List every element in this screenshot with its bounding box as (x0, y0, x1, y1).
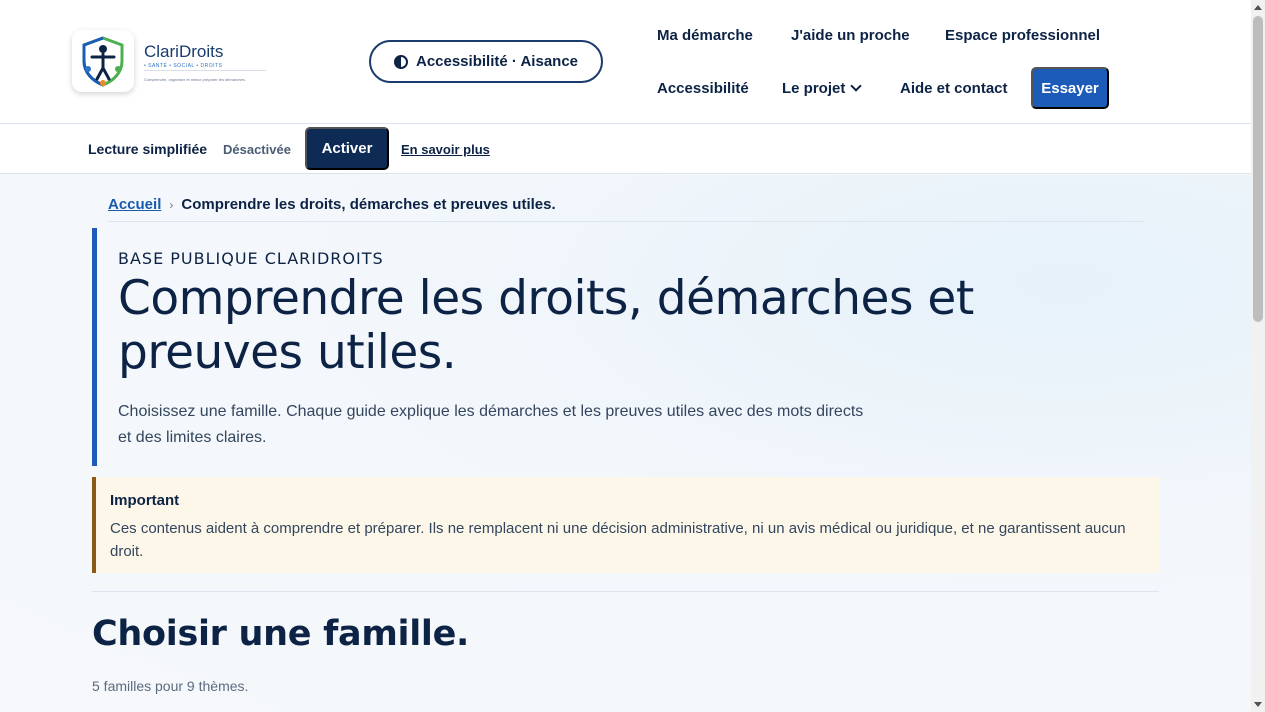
nav-aide-et-contact[interactable]: Aide et contact (900, 80, 1008, 97)
breadcrumb-home-link[interactable]: Accueil (108, 196, 161, 213)
accessibility-mode-button[interactable]: Accessibilité · Aisance (369, 40, 603, 83)
scroll-up-arrow-icon[interactable] (1254, 5, 1262, 10)
notice-text: Ces contenus aident à comprendre et prép… (110, 520, 1126, 560)
page-scrollbar[interactable] (1251, 0, 1265, 712)
scrollbar-thumb[interactable] (1253, 16, 1263, 322)
brand-tagline: Comprendre, organiser et mieux préparer … (144, 77, 246, 82)
hero-description: Choisissez une famille. Chaque guide exp… (118, 403, 864, 446)
simplified-reading-status: Désactivée (223, 142, 291, 157)
scroll-down-arrow-icon[interactable] (1254, 702, 1262, 707)
nav-espace-professionnel[interactable]: Espace professionnel (945, 27, 1100, 44)
brand-divider (144, 70, 266, 71)
accessibility-mode-label: Accessibilité · Aisance (415, 53, 579, 70)
simplified-reading-bar: Lecture simplifiée Désactivée Activer En… (0, 124, 1251, 174)
nav-le-projet-label: Le projet (782, 80, 846, 97)
breadcrumb: Accueil › Comprendre les droits, démarch… (108, 196, 556, 213)
families-count: 5 familles pour 9 thèmes. (92, 678, 249, 694)
brand-name[interactable]: ClariDroits (144, 42, 223, 62)
chevron-down-icon (850, 80, 863, 92)
try-button[interactable]: Essayer (1031, 67, 1109, 109)
important-notice: Important Ces contenus aident à comprend… (92, 477, 1159, 573)
brand-logo[interactable] (72, 30, 134, 92)
nav-j-aide-un-proche[interactable]: J'aide un proche (791, 27, 910, 44)
activate-simplified-reading-button[interactable]: Activer (305, 127, 389, 170)
hero-accent-bar (92, 228, 97, 466)
hero-kicker: BASE PUBLIQUE CLARIDROITS (118, 249, 384, 268)
nav-ma-demarche[interactable]: Ma démarche (657, 27, 753, 44)
simplified-reading-label: Lecture simplifiée (88, 141, 208, 157)
brand-tags: • SANTÉ • SOCIAL • DROITS (144, 63, 223, 69)
site-header: ClariDroits • SANTÉ • SOCIAL • DROITS Co… (0, 0, 1251, 124)
breadcrumb-separator: › (169, 197, 174, 212)
page-title: Comprendre les droits, démarches et preu… (118, 271, 974, 380)
learn-more-link[interactable]: En savoir plus (401, 142, 490, 157)
families-section-title: Choisir une famille. (92, 614, 470, 654)
nav-le-projet[interactable]: Le projet (782, 80, 863, 97)
notice-title: Important (110, 492, 180, 509)
breadcrumb-current: Comprendre les droits, démarches et preu… (181, 196, 556, 213)
contrast-icon (393, 54, 408, 69)
nav-accessibilite[interactable]: Accessibilité (657, 80, 749, 97)
breadcrumb-divider (108, 221, 1144, 222)
shield-person-icon (82, 36, 124, 87)
section-divider (92, 591, 1159, 592)
